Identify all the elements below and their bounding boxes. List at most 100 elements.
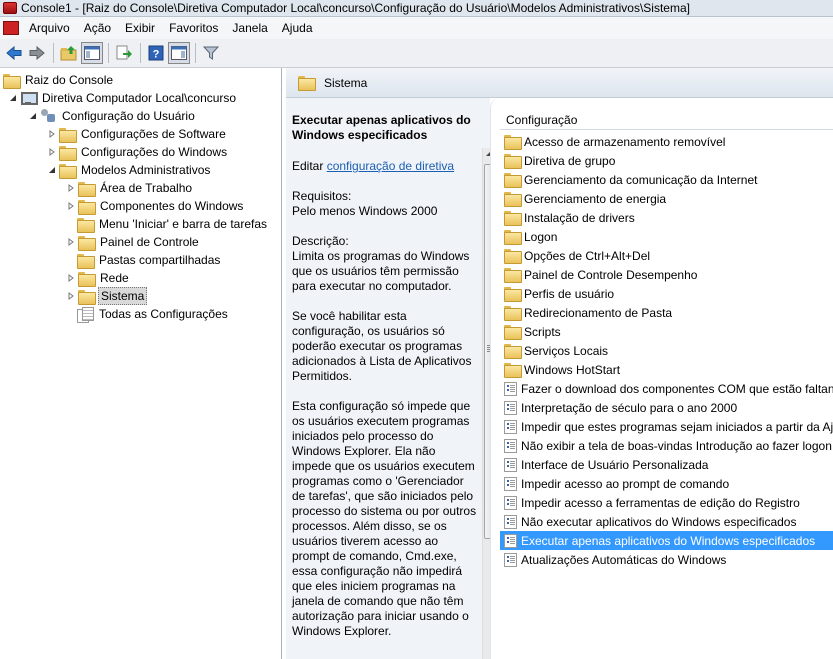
export-list-button[interactable] — [113, 42, 135, 64]
back-button[interactable] — [3, 42, 25, 64]
list-item-label: Acesso de armazenamento removível — [524, 134, 726, 149]
show-hide-action-pane-button[interactable] — [168, 42, 190, 64]
folder-icon — [298, 76, 316, 91]
list-folder-item[interactable]: Logon — [500, 227, 833, 246]
show-hide-tree-button[interactable] — [81, 42, 103, 64]
folder-icon — [504, 192, 522, 207]
list-policy-item[interactable]: Atualizações Automáticas do Windows — [500, 550, 833, 569]
details-header-title: Sistema — [324, 75, 368, 90]
details-header: Sistema — [286, 68, 833, 98]
up-one-level-button[interactable] — [58, 42, 80, 64]
list-item-label: Impedir acesso a ferramentas de edição d… — [521, 495, 800, 510]
show-hide-tree-icon — [84, 46, 100, 60]
system-menu-icon[interactable] — [3, 21, 19, 35]
help-icon: ? — [148, 45, 164, 61]
list-folder-item[interactable]: Perfis de usuário — [500, 284, 833, 303]
list-folder-item[interactable]: Painel de Controle Desempenho — [500, 265, 833, 284]
tree-item-rede[interactable]: Rede — [66, 269, 131, 287]
tree-item-todas-as-configuracoes[interactable]: Todas as Configurações — [77, 305, 230, 323]
expand-arrow-icon[interactable] — [66, 292, 75, 301]
collapse-arrow-icon[interactable] — [8, 94, 17, 103]
expand-arrow-icon[interactable] — [47, 130, 56, 139]
policy-setting-icon — [504, 400, 517, 415]
menu-janela[interactable]: Janela — [225, 21, 274, 35]
description-text-3: Esta configuração só impede que os usuár… — [292, 399, 477, 638]
back-icon — [6, 46, 22, 60]
tree-item-label: Área de Trabalho — [100, 181, 193, 195]
list-policy-item[interactable]: Impedir que estes programas sejam inicia… — [500, 417, 833, 436]
tree-item-componentes-do-windows[interactable]: Componentes do Windows — [66, 197, 245, 215]
help-button[interactable]: ? — [145, 42, 167, 64]
edit-policy-link[interactable]: configuração de diretiva — [327, 159, 454, 173]
tree-item-menu-iniciar[interactable]: Menu 'Iniciar' e barra de tarefas — [77, 215, 269, 233]
list-folder-item[interactable]: Redirecionamento de Pasta — [500, 303, 833, 322]
list-item-label: Painel de Controle Desempenho — [524, 267, 698, 282]
tree-item-label: Pastas compartilhadas — [99, 253, 221, 267]
expand-arrow-icon[interactable] — [66, 202, 75, 211]
list-item-label: Logon — [524, 229, 558, 244]
list-policy-item[interactable]: Executar apenas aplicativos do Windows e… — [500, 531, 833, 550]
column-header-configuracao[interactable]: Configuração — [500, 111, 833, 130]
folder-icon — [504, 287, 522, 302]
description-block: Descrição: Limita os programas do Windows… — [292, 234, 478, 294]
list-folder-item[interactable]: Instalação de drivers — [500, 208, 833, 227]
list-folder-item[interactable]: Scripts — [500, 322, 833, 341]
tree-item-configuracao-do-usuario[interactable]: Configuração do Usuário — [28, 107, 197, 125]
list-policy-item[interactable]: Fazer o download dos componentes COM que… — [500, 379, 833, 398]
collapse-arrow-icon[interactable] — [47, 166, 56, 175]
description-label: Descrição: — [292, 234, 349, 248]
list-policy-item[interactable]: Impedir acesso ao prompt de comando — [500, 474, 833, 493]
tree-item-raiz-do-console[interactable]: Raiz do Console — [3, 71, 115, 89]
tree-item-diretiva-computador-local[interactable]: Diretiva Computador Local\concurso — [8, 89, 238, 107]
list-policy-item[interactable]: Impedir acesso a ferramentas de edição d… — [500, 493, 833, 512]
list-policy-item[interactable]: Não executar aplicativos do Windows espe… — [500, 512, 833, 531]
tree-item-configuracoes-de-software[interactable]: Configurações de Software — [47, 125, 228, 143]
toolbar-separator — [108, 43, 109, 63]
tree-item-label: Sistema — [98, 287, 148, 305]
tree-item-label: Modelos Administrativos — [81, 163, 211, 177]
tree-item-area-de-trabalho[interactable]: Área de Trabalho — [66, 179, 194, 197]
console-tree: Raiz do Console Diretiva Computador Loca… — [0, 68, 282, 659]
filter-button[interactable] — [200, 42, 222, 64]
menu-exibir[interactable]: Exibir — [118, 21, 162, 35]
window-title: Console1 - [Raiz do Console\Diretiva Com… — [21, 1, 690, 15]
list-folder-item[interactable]: Windows HotStart — [500, 360, 833, 379]
policy-setting-icon — [504, 514, 517, 529]
policy-setting-icon — [504, 533, 517, 548]
folder-icon — [3, 73, 21, 89]
list-policy-item[interactable]: Não exibir a tela de boas-vindas Introdu… — [500, 436, 833, 455]
tree-item-pastas-compartilhadas[interactable]: Pastas compartilhadas — [77, 251, 222, 269]
expand-arrow-icon[interactable] — [66, 238, 75, 247]
tree-item-painel-de-controle[interactable]: Painel de Controle — [66, 233, 201, 251]
list-folder-item[interactable]: Opções de Ctrl+Alt+Del — [500, 246, 833, 265]
folder-icon — [78, 271, 96, 287]
menu-favoritos[interactable]: Favoritos — [162, 21, 225, 35]
folder-icon — [77, 253, 95, 269]
list-folder-item[interactable]: Gerenciamento de energia — [500, 189, 833, 208]
policy-setting-icon — [504, 495, 517, 510]
list-item-label: Impedir acesso ao prompt de comando — [521, 476, 730, 491]
list-folder-item[interactable]: Acesso de armazenamento removível — [500, 132, 833, 151]
list-item-label: Atualizações Automáticas do Windows — [521, 552, 727, 567]
list-folder-item[interactable]: Serviços Locais — [500, 341, 833, 360]
expand-arrow-icon[interactable] — [47, 148, 56, 157]
policy-title: Executar apenas aplicativos do Windows e… — [292, 113, 471, 142]
expand-arrow-icon[interactable] — [66, 274, 75, 283]
edit-prefix: Editar — [292, 159, 327, 173]
show-hide-action-pane-icon — [171, 46, 187, 60]
list-folder-item[interactable]: Gerenciamento da comunicação da Internet — [500, 170, 833, 189]
menu-acao[interactable]: Ação — [77, 21, 118, 35]
tree-item-configuracoes-do-windows[interactable]: Configurações do Windows — [47, 143, 229, 161]
up-folder-icon — [60, 46, 77, 61]
tree-item-modelos-administrativos[interactable]: Modelos Administrativos — [47, 161, 212, 179]
collapse-arrow-icon[interactable] — [28, 112, 37, 121]
menu-arquivo[interactable]: Arquivo — [22, 21, 77, 35]
tree-item-sistema[interactable]: Sistema — [66, 287, 148, 305]
expand-arrow-icon[interactable] — [66, 184, 75, 193]
forward-button[interactable] — [26, 42, 48, 64]
list-folder-item[interactable]: Diretiva de grupo — [500, 151, 833, 170]
list-policy-item[interactable]: Interface de Usuário Personalizada — [500, 455, 833, 474]
menu-ajuda[interactable]: Ajuda — [275, 21, 320, 35]
list-policy-item[interactable]: Interpretação de século para o ano 2000 — [500, 398, 833, 417]
list-item-label: Executar apenas aplicativos do Windows e… — [521, 533, 816, 548]
